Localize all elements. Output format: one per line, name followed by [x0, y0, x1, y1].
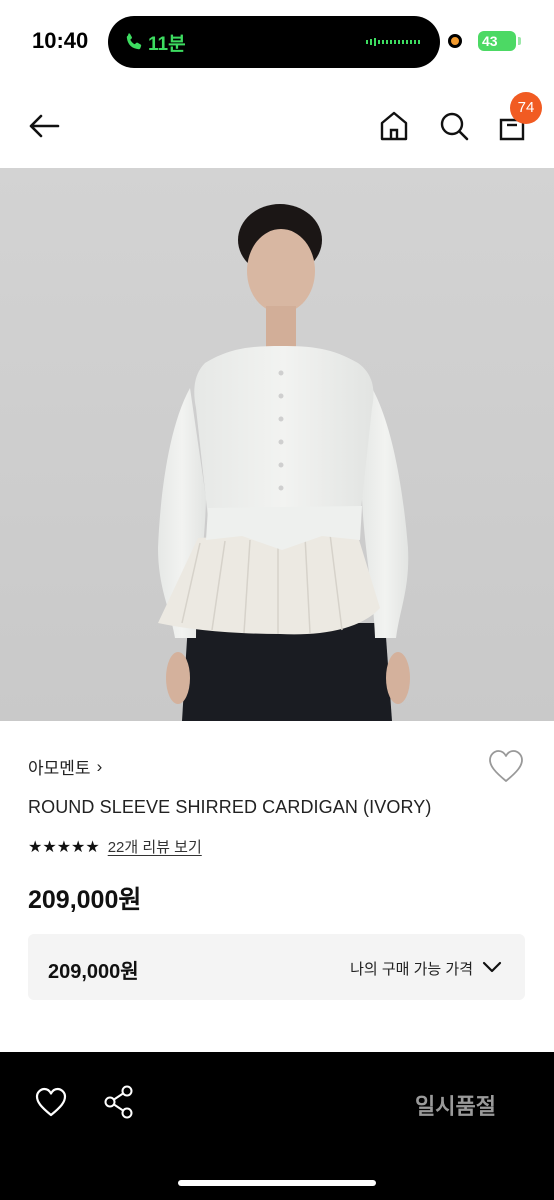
battery-level: 43 [482, 33, 498, 49]
mic-indicator-icon [448, 34, 462, 48]
back-arrow-icon[interactable] [26, 108, 62, 144]
waveform-icon [366, 38, 420, 46]
battery-nub [518, 37, 521, 45]
home-indicator[interactable] [178, 1180, 376, 1186]
dynamic-island[interactable]: 11분 [108, 16, 440, 68]
battery-icon: 43 [478, 31, 516, 51]
share-icon[interactable] [102, 1084, 136, 1120]
call-duration: 11분 [148, 34, 186, 55]
brand-link[interactable]: 아모멘토 › [28, 754, 102, 779]
brand-name: 아모멘토 [28, 759, 91, 778]
my-price-dropdown[interactable]: 209,000원 나의 구매 가능 가격 [28, 934, 525, 1000]
product-image[interactable] [0, 168, 554, 721]
nav-bar: 74 [0, 84, 554, 168]
product-price: 209,000원 [28, 886, 142, 914]
phone-icon [126, 33, 142, 50]
search-icon[interactable] [436, 108, 472, 144]
heart-icon[interactable] [34, 1086, 68, 1120]
my-price-amount: 209,000원 [48, 961, 139, 983]
soldout-button[interactable]: 일시품절 [415, 1089, 496, 1121]
bottom-action-bar: 일시품절 [0, 1052, 554, 1200]
rating-row: ★★★★★ 22개 리뷰 보기 [28, 836, 202, 857]
model-photo [0, 168, 554, 721]
home-icon[interactable] [376, 108, 412, 144]
chevron-down-icon [482, 961, 502, 973]
status-time: 10:40 [32, 28, 89, 53]
product-title: ROUND SLEEVE SHIRRED CARDIGAN (IVORY) [28, 797, 432, 817]
cart-count-badge: 74 [510, 92, 542, 124]
status-bar: 10:40 11분 43 [0, 0, 554, 84]
wishlist-heart-icon[interactable] [487, 748, 525, 786]
chevron-right-icon: › [96, 756, 103, 776]
my-price-label: 나의 구매 가능 가격 [350, 961, 473, 978]
review-link[interactable]: 22개 리뷰 보기 [108, 836, 202, 857]
rating-stars: ★★★★★ [28, 838, 100, 856]
